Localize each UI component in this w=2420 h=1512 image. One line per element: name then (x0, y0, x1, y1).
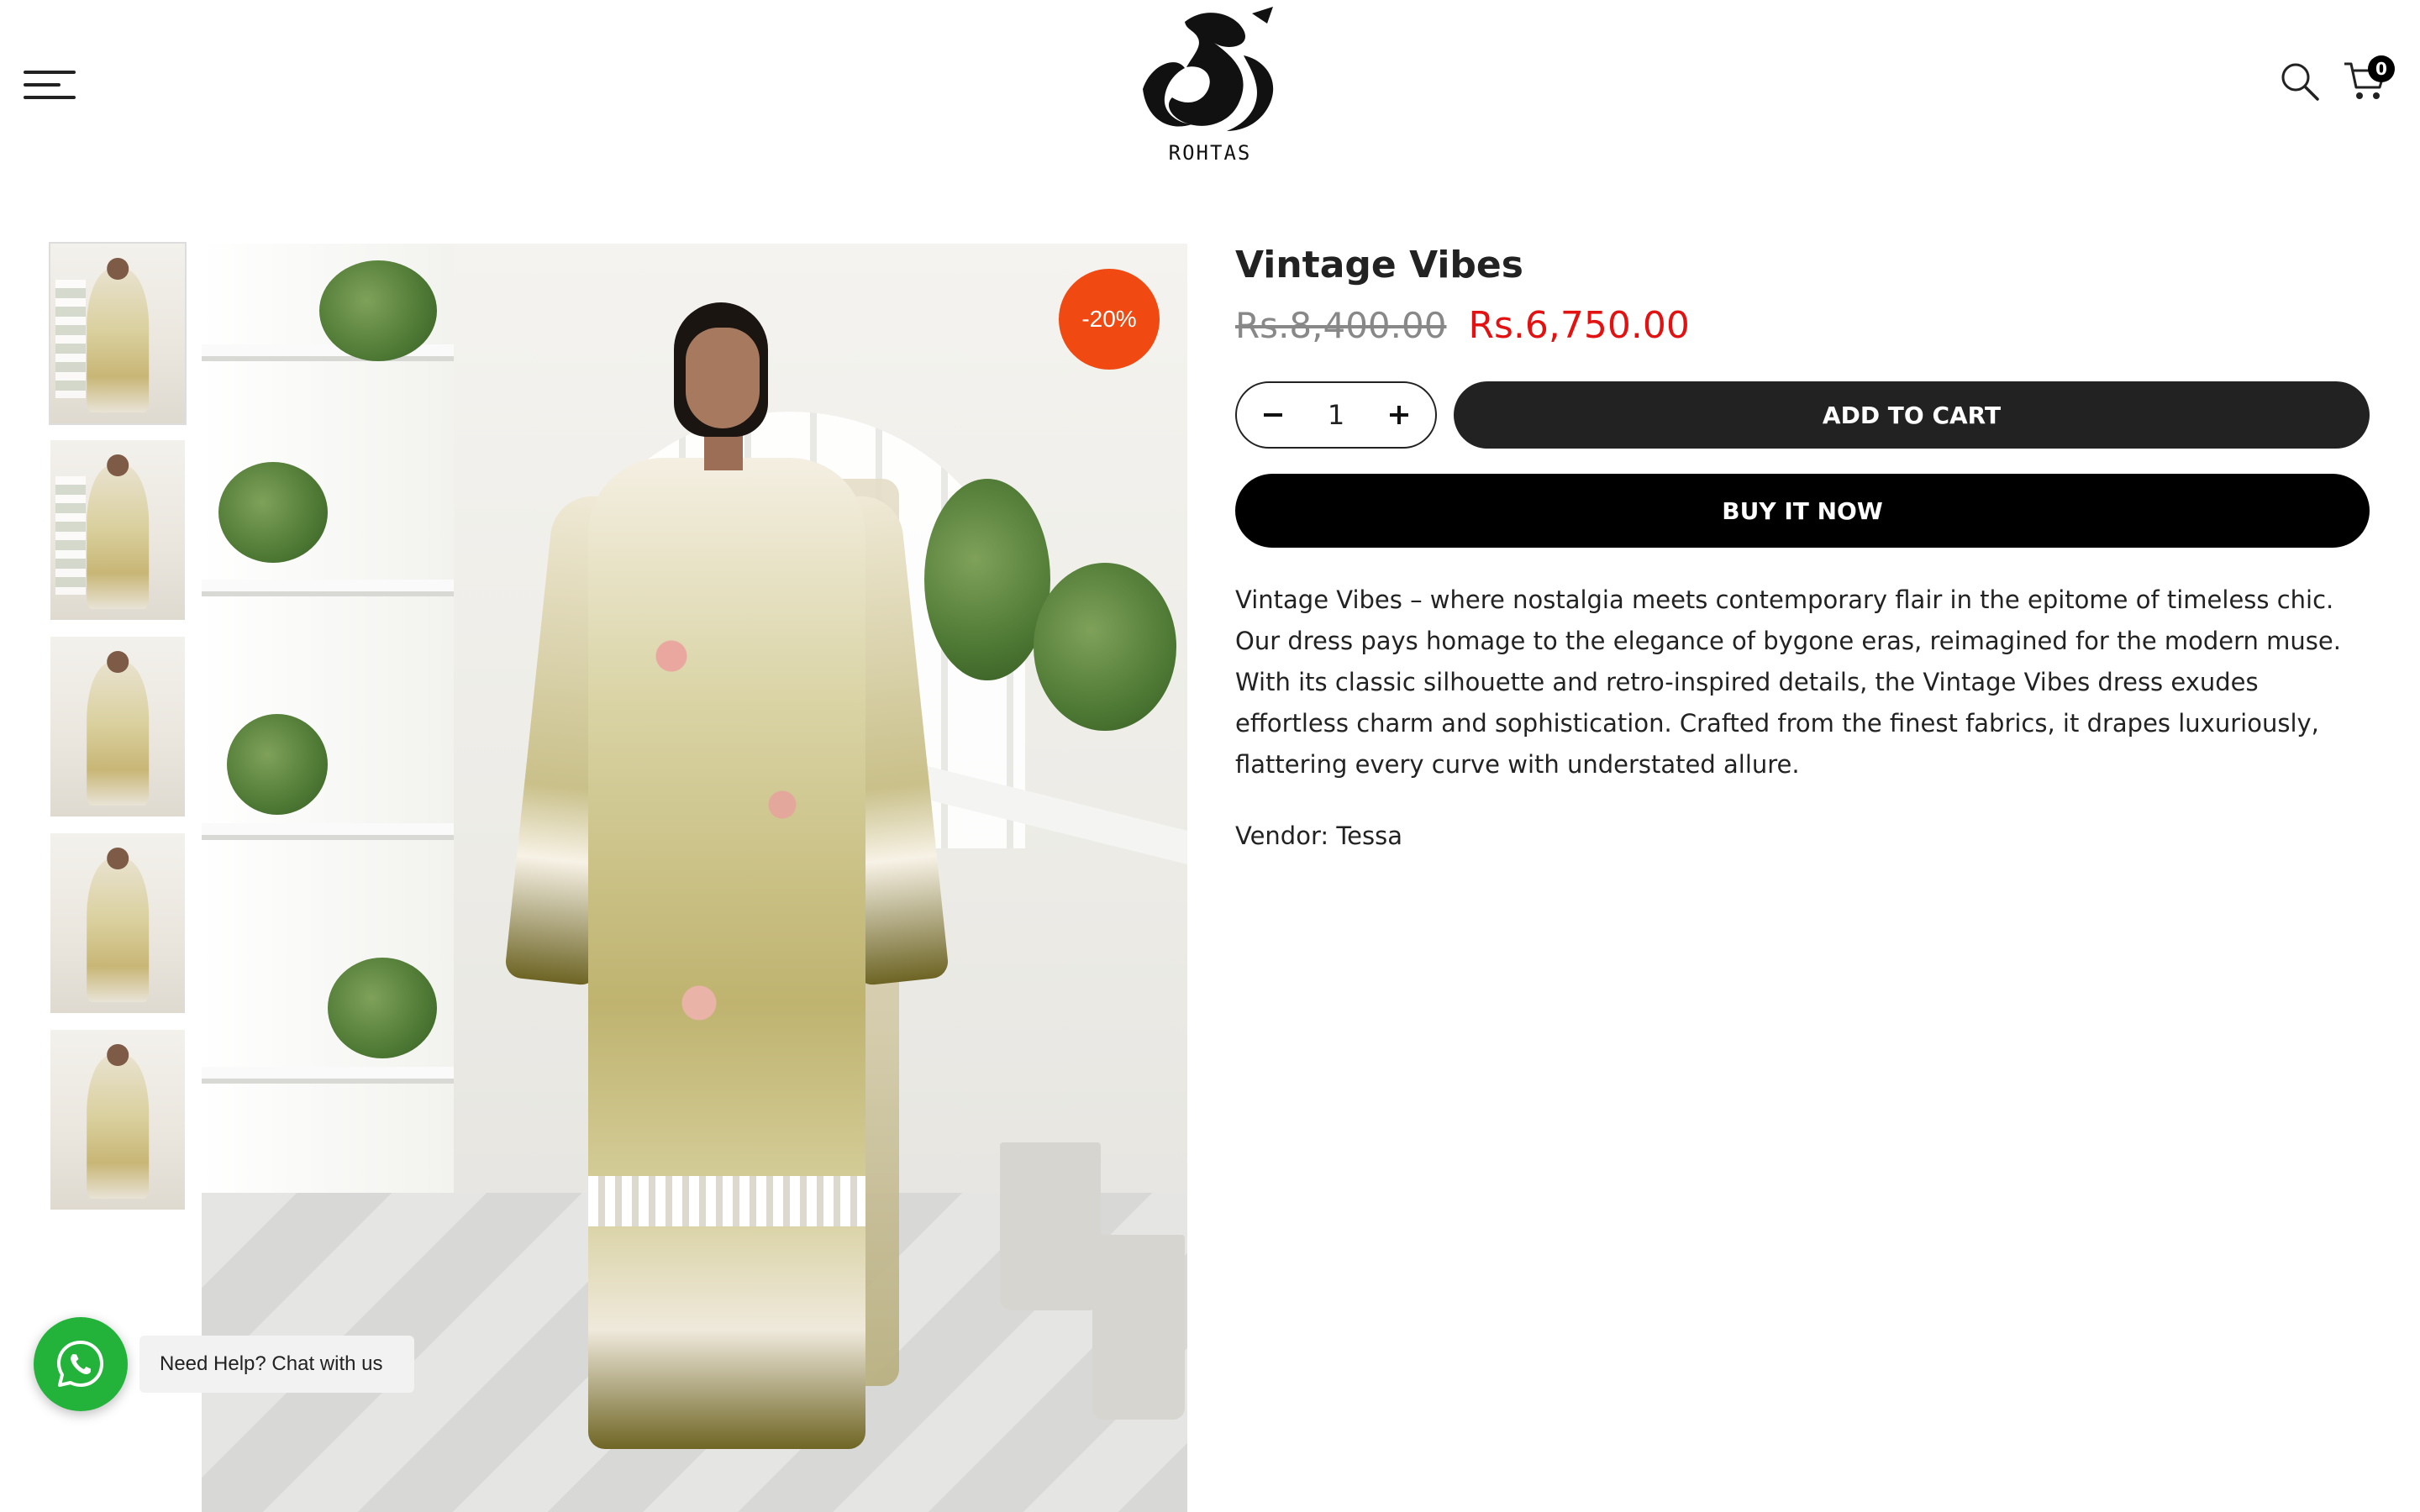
plant-decoration (218, 462, 328, 563)
logo-text: ROHTAS (1168, 141, 1252, 165)
quantity-decrease-button[interactable] (1259, 401, 1287, 429)
plant-decoration (319, 260, 437, 361)
plus-icon-vertical (1397, 406, 1401, 424)
plant-decoration (1034, 563, 1176, 731)
vendor-label: Vendor: (1235, 822, 1337, 850)
thumbnail-figure-head (107, 848, 129, 869)
menu-line (24, 71, 76, 74)
model-dress (588, 458, 865, 1449)
product-thumbnail[interactable] (50, 833, 185, 1013)
thumbnail-background (55, 475, 86, 596)
quantity-stepper (1235, 381, 1437, 449)
thumbnail-figure-head (107, 258, 129, 280)
shelf-board (202, 580, 454, 596)
product-title: Vintage Vibes (1235, 244, 1523, 286)
model-figure (479, 302, 950, 1512)
product-thumbnail[interactable] (50, 440, 185, 620)
sale-price: Rs.6,750.00 (1468, 304, 1690, 347)
shelf-board (202, 823, 454, 840)
plant-decoration (227, 714, 328, 815)
thumbnail-figure-head (107, 651, 129, 673)
thumbnail-background (55, 279, 86, 399)
menu-line (24, 96, 76, 99)
product-description: Vintage Vibes – where nostalgia meets co… (1235, 585, 2341, 779)
minus-icon (1264, 413, 1282, 417)
search-icon[interactable] (2279, 60, 2321, 102)
buy-now-button[interactable]: BUY IT NOW (1235, 474, 2370, 548)
discount-badge: -20% (1059, 269, 1160, 370)
thumbnail-figure (87, 661, 149, 806)
plant-pot (1000, 1142, 1101, 1310)
main-product-image[interactable] (202, 244, 1187, 1512)
product-thumbnail[interactable] (49, 242, 187, 425)
original-price: Rs.8,400.00 (1235, 305, 1447, 346)
thumbnail-figure (87, 858, 149, 1003)
thumbnail-figure-head (107, 454, 129, 476)
menu-icon[interactable] (24, 69, 76, 101)
thumbnail-figure (87, 1054, 149, 1200)
whatsapp-icon (57, 1341, 103, 1387)
quantity-increase-button[interactable] (1385, 401, 1413, 429)
whatsapp-chat-button[interactable] (34, 1317, 128, 1411)
site-logo[interactable]: ROHTAS (1126, 5, 1294, 173)
cart-count-badge: 0 (2368, 55, 2395, 82)
product-thumbnail[interactable] (50, 637, 185, 816)
vendor-info: Vendor: Tessa (1235, 822, 1402, 850)
thumbnail-figure-head (107, 1044, 129, 1066)
shelf-board (202, 1067, 454, 1084)
chat-help-label[interactable]: Need Help? Chat with us (139, 1336, 415, 1393)
vendor-link[interactable]: Tessa (1336, 822, 1402, 850)
plant-pot (1092, 1235, 1185, 1420)
price-row: Rs.8,400.00 Rs.6,750.00 (1235, 304, 1690, 347)
product-thumbnail[interactable] (50, 1030, 185, 1210)
model-face (686, 328, 760, 428)
thumbnail-figure (87, 268, 149, 413)
quantity-input[interactable] (1311, 399, 1361, 431)
model-dress-lace (588, 1176, 865, 1226)
thumbnail-list (49, 242, 187, 1226)
logo-mark-icon (1143, 7, 1274, 131)
product-page: ROHTAS 0 -20% Vintage Vibes Rs.8,400.00 … (0, 0, 2420, 1512)
menu-line (24, 83, 60, 87)
add-to-cart-button[interactable]: ADD TO CART (1454, 381, 2370, 449)
plant-decoration (328, 958, 437, 1058)
thumbnail-figure (87, 465, 149, 610)
